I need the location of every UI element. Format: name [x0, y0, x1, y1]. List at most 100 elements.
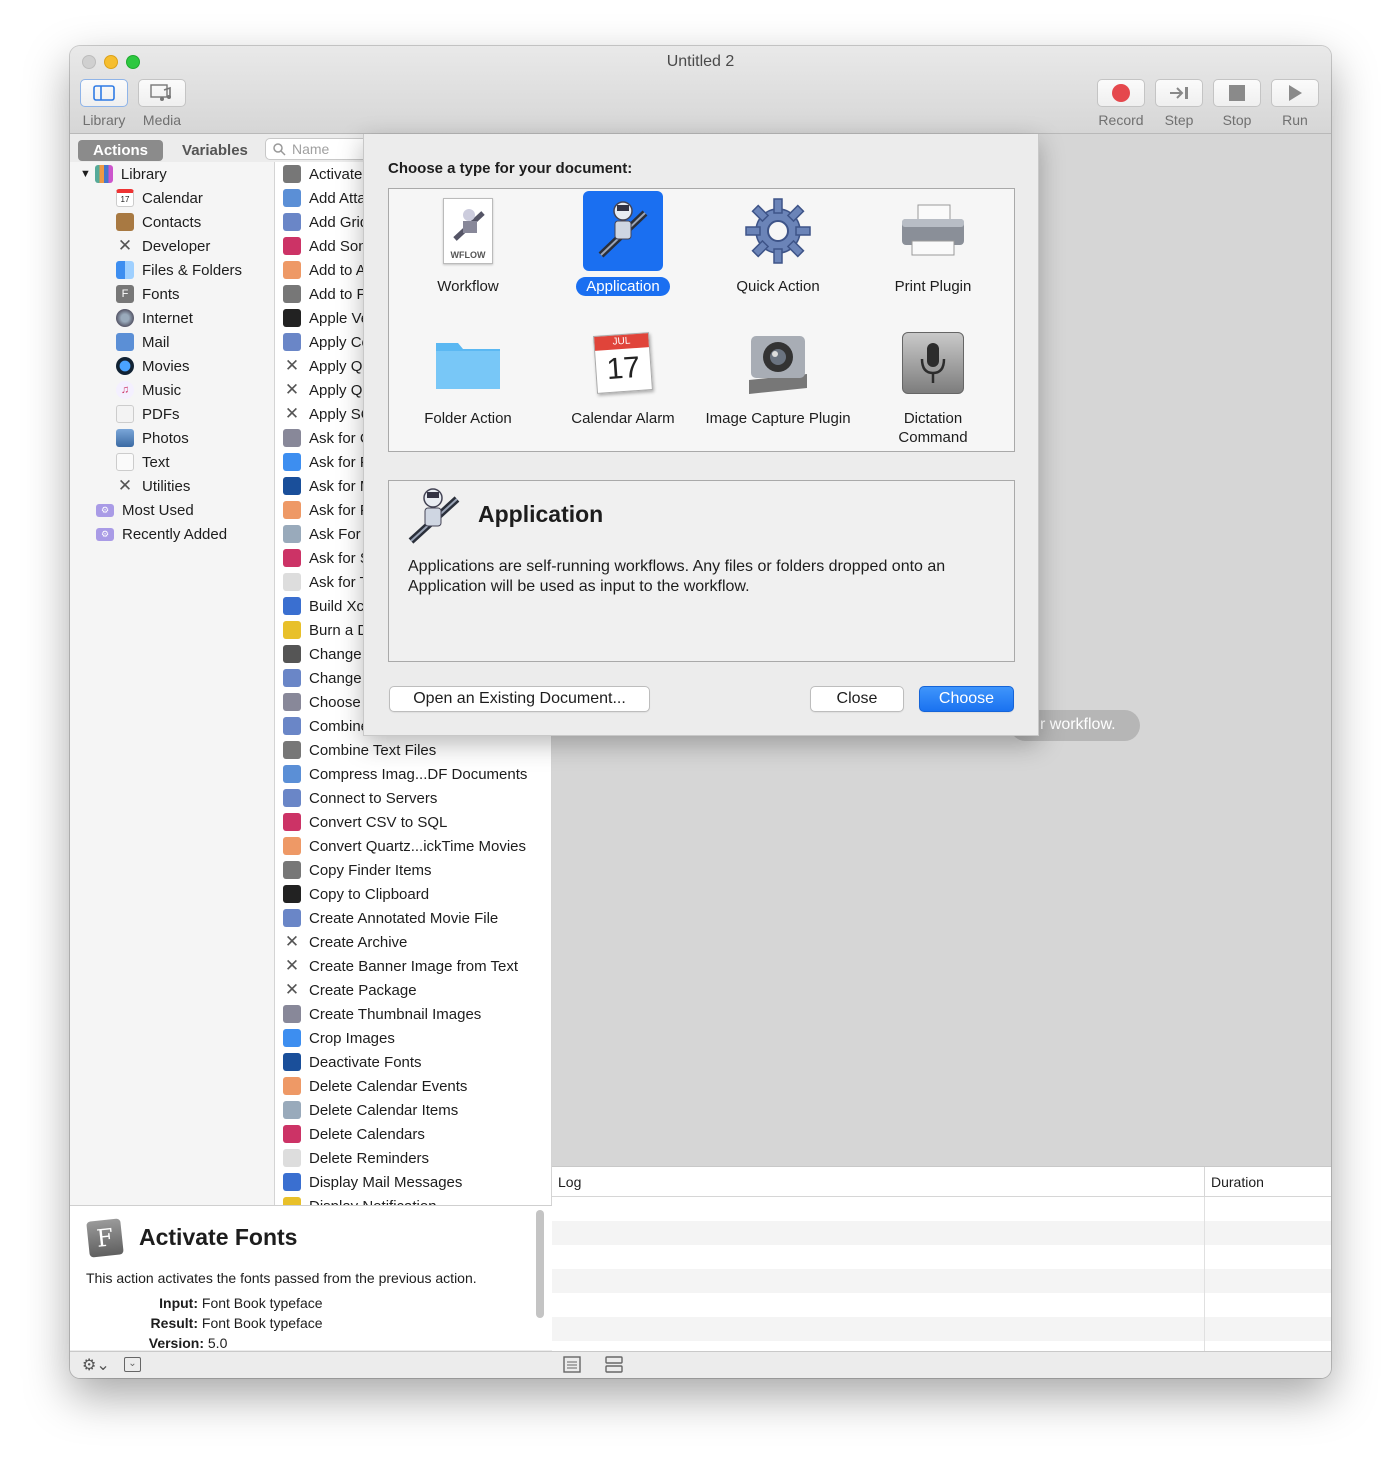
type-print-plugin[interactable]: Print Plugin	[858, 191, 1008, 296]
camera-icon	[738, 323, 818, 403]
split-view-icon[interactable]	[605, 1356, 623, 1373]
disclosure-triangle-icon[interactable]: ▼	[80, 168, 91, 180]
type-application[interactable]: Application	[548, 191, 698, 296]
description-input: Input: Font Book typeface	[86, 1295, 323, 1311]
action-item[interactable]: ✕ Create Archive	[283, 930, 408, 954]
action-label: Compress Imag...DF Documents	[309, 765, 528, 783]
toggle-description-icon[interactable]: ⌄	[124, 1357, 141, 1372]
choose-button[interactable]: Choose	[919, 686, 1014, 712]
sidebar-item-music[interactable]: ♫ Music	[116, 378, 181, 402]
smart-folder-icon: ⚙	[96, 503, 114, 517]
sidebar-item-most-used[interactable]: ⚙ Most Used	[96, 498, 194, 522]
action-label: Create Thumbnail Images	[309, 1005, 482, 1023]
action-item[interactable]: ✕ Create Banner Image from Text	[283, 954, 518, 978]
action-item[interactable]: Add Grid	[283, 210, 368, 234]
action-icon	[283, 669, 301, 687]
action-label: Create Archive	[309, 933, 408, 951]
gear-icon	[738, 191, 818, 271]
record-button[interactable]: Record	[1093, 79, 1149, 128]
sidebar-item-movies[interactable]: Movies	[116, 354, 190, 378]
sheet-prompt: Choose a type for your document:	[388, 160, 633, 177]
run-button[interactable]: Run	[1267, 79, 1323, 128]
library-books-icon	[94, 165, 113, 183]
action-icon: ✕	[284, 356, 300, 375]
action-label: Display Notification	[309, 1198, 437, 1206]
wflow-badge: WFLOW	[450, 250, 486, 260]
sidebar-item-mail[interactable]: Mail	[116, 330, 170, 354]
play-icon	[1289, 85, 1302, 101]
sidebar-item-label: Mail	[142, 333, 170, 351]
open-existing-button[interactable]: Open an Existing Document...	[389, 686, 650, 712]
log-row	[552, 1245, 1331, 1269]
type-folder-action[interactable]: Folder Action	[393, 323, 543, 428]
sidebar-item-photos[interactable]: Photos	[116, 426, 189, 450]
action-item[interactable]: Combine Text Files	[283, 738, 436, 762]
action-icon: ✕	[284, 404, 300, 423]
sidebar-item-files-folders[interactable]: Files & Folders	[116, 258, 242, 282]
tab-variables[interactable]: Variables	[167, 140, 263, 161]
action-item[interactable]: Delete Calendar Items	[283, 1098, 458, 1122]
action-item[interactable]: Create Thumbnail Images	[283, 1002, 481, 1026]
close-button[interactable]: Close	[810, 686, 904, 712]
action-item[interactable]: Crop Images	[283, 1026, 395, 1050]
action-item[interactable]: Convert Quartz...ickTime Movies	[283, 834, 526, 858]
stop-button[interactable]: Stop	[1209, 79, 1265, 128]
action-icon	[283, 1125, 301, 1143]
action-item[interactable]: Convert CSV to SQL	[283, 810, 447, 834]
action-icon	[283, 333, 301, 351]
action-icon	[283, 429, 301, 447]
action-item[interactable]: Copy to Clipboard	[283, 882, 429, 906]
duration-column-header[interactable]: Duration	[1204, 1167, 1270, 1197]
library-root[interactable]: ▼ Library	[80, 162, 167, 186]
library-toggle-button[interactable]: Library	[76, 79, 132, 128]
action-icon	[283, 1149, 301, 1167]
action-label: Crop Images	[309, 1029, 395, 1047]
step-button[interactable]: Step	[1151, 79, 1207, 128]
action-icon	[283, 861, 301, 879]
action-icon	[283, 837, 301, 855]
gear-icon[interactable]: ⚙⌄	[82, 1355, 110, 1375]
action-item[interactable]: Create Annotated Movie File	[283, 906, 498, 930]
list-view-icon[interactable]	[563, 1356, 581, 1373]
action-item[interactable]: Delete Reminders	[283, 1146, 429, 1170]
sidebar-item-label: PDFs	[142, 405, 180, 423]
media-icon	[150, 84, 171, 101]
action-item[interactable]: Display Notification	[283, 1194, 437, 1205]
action-icon	[283, 189, 301, 207]
type-calendar-alarm[interactable]: JUL 17 Calendar Alarm	[548, 323, 698, 428]
type-dictation-command[interactable]: Dictation Command	[858, 323, 1008, 447]
type-image-capture-plugin[interactable]: Image Capture Plugin	[703, 323, 853, 428]
action-item[interactable]: Connect to Servers	[283, 786, 437, 810]
action-icon: ✕	[284, 932, 300, 951]
tab-actions[interactable]: Actions	[78, 140, 164, 161]
type-label: Workflow	[437, 278, 499, 295]
action-icon	[283, 501, 301, 519]
log-column-header[interactable]: Log	[558, 1174, 581, 1190]
action-item[interactable]: Display Mail Messages	[283, 1170, 462, 1194]
result-value: Font Book typeface	[201, 1315, 323, 1331]
action-item[interactable]: Delete Calendars	[283, 1122, 425, 1146]
sidebar-item-calendar[interactable]: 17 Calendar	[116, 186, 203, 210]
type-label: Application	[576, 277, 670, 296]
action-item[interactable]: Copy Finder Items	[283, 858, 432, 882]
type-label: Dictation Command	[898, 410, 968, 446]
type-workflow[interactable]: WFLOW Workflow	[393, 191, 543, 296]
media-button[interactable]: Media	[134, 79, 190, 128]
sidebar-item-developer[interactable]: ✕ Developer	[116, 234, 211, 258]
sidebar-item-pdfs[interactable]: PDFs	[116, 402, 180, 426]
sidebar-item-recently-added[interactable]: ⚙ Recently Added	[96, 522, 227, 546]
sidebar-item-fonts[interactable]: F Fonts	[116, 282, 180, 306]
action-item[interactable]: Deactivate Fonts	[283, 1050, 422, 1074]
sidebar-item-contacts[interactable]: Contacts	[116, 210, 201, 234]
sidebar-item-label: Developer	[142, 237, 211, 255]
sidebar-item-text[interactable]: Text	[116, 450, 170, 474]
input-value: Font Book typeface	[201, 1295, 323, 1311]
type-quick-action[interactable]: Quick Action	[703, 191, 853, 296]
action-item[interactable]: Compress Imag...DF Documents	[283, 762, 527, 786]
description-scrollbar[interactable]	[536, 1210, 544, 1318]
sidebar-item-utilities[interactable]: ✕ Utilities	[116, 474, 190, 498]
sidebar-item-internet[interactable]: Internet	[116, 306, 193, 330]
action-item[interactable]: ✕ Create Package	[283, 978, 417, 1002]
action-item[interactable]: Delete Calendar Events	[283, 1074, 467, 1098]
action-icon	[283, 1005, 301, 1023]
